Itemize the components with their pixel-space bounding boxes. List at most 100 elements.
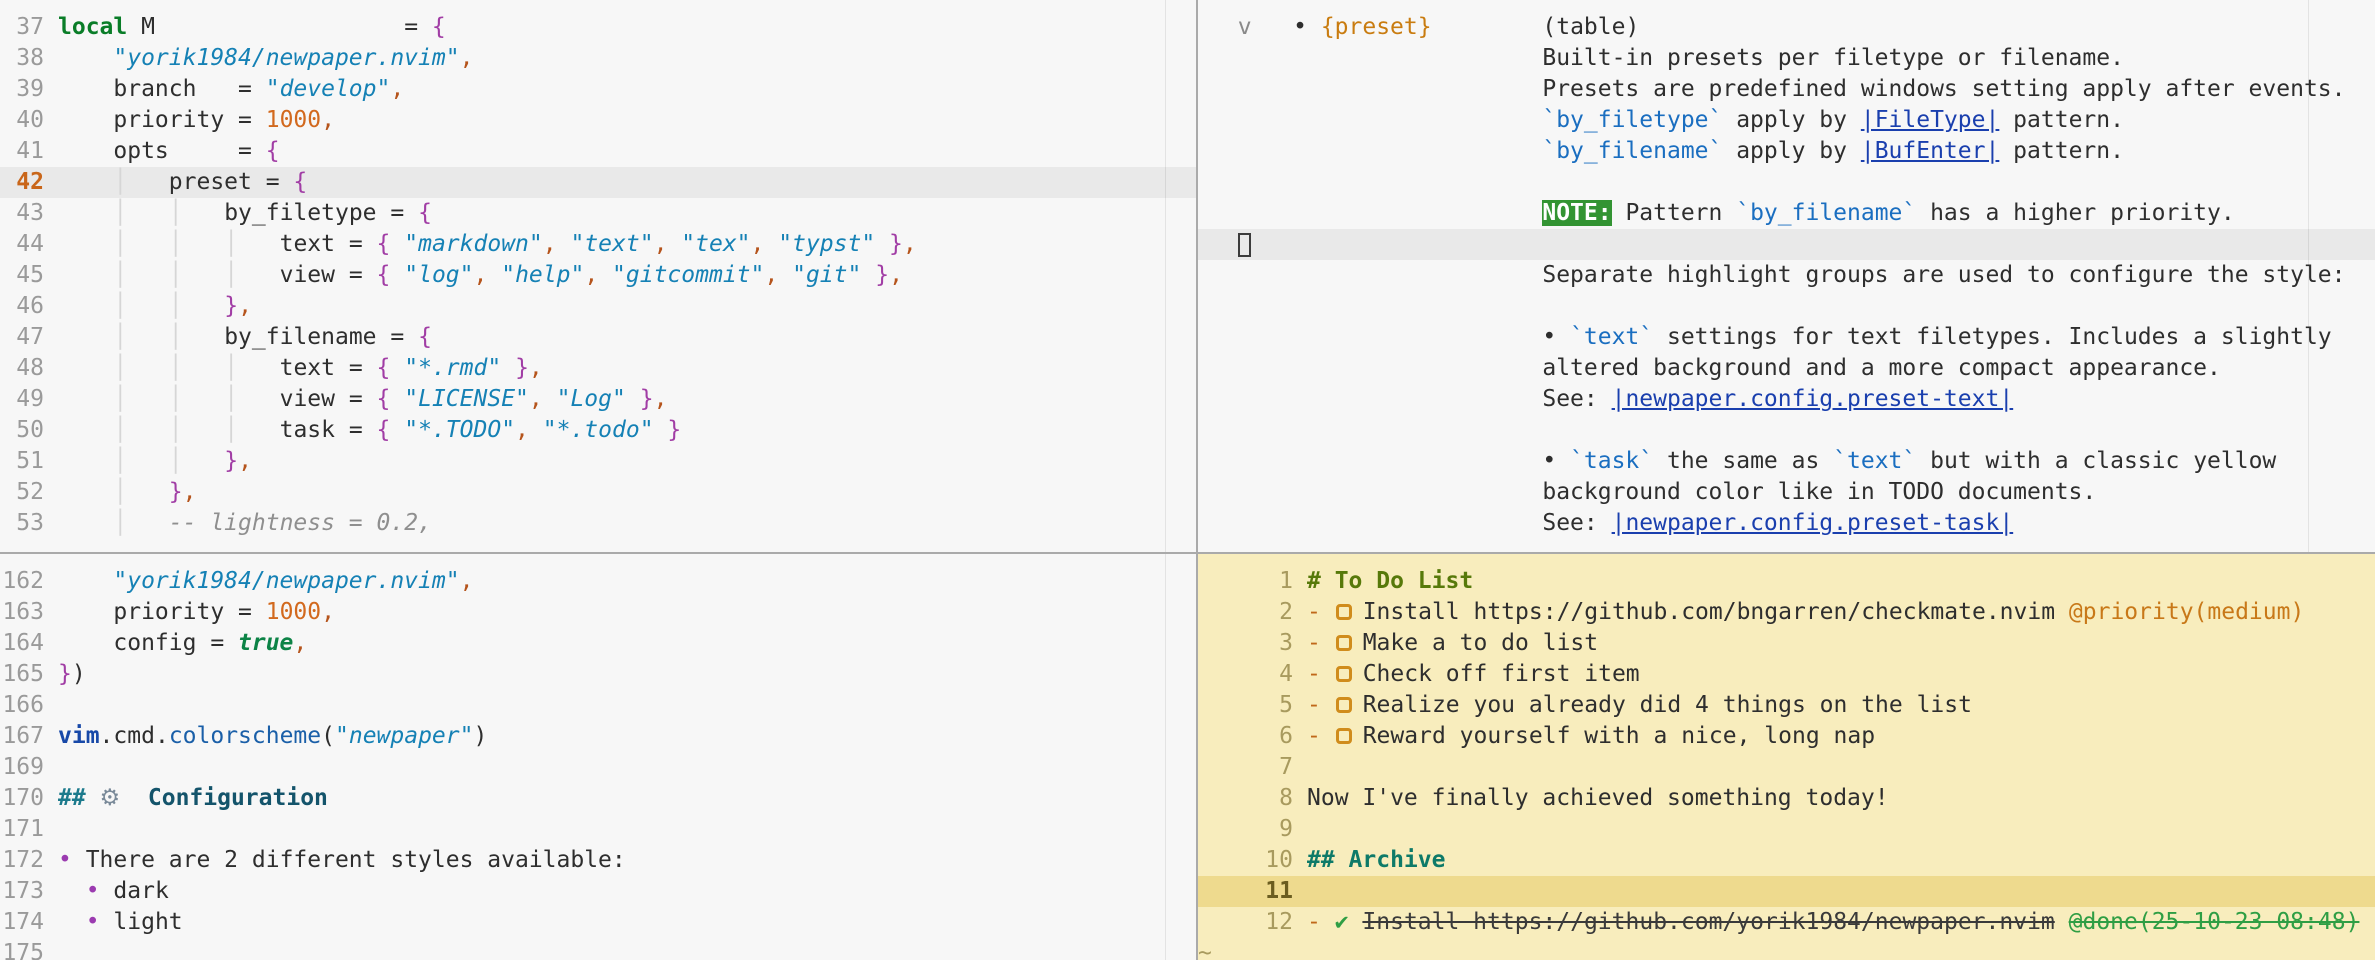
text-segment: ## Archive — [1307, 847, 1446, 873]
help-line[interactable]: Built-in presets per filetype or filenam… — [1198, 43, 2375, 74]
todo-line[interactable]: 7 — [1198, 752, 2375, 783]
line-text: branch = "develop", — [58, 74, 404, 105]
code-line[interactable]: 53 │ -- lightness = 0.2, — [0, 508, 1196, 539]
code-line[interactable]: 39 branch = "develop", — [0, 74, 1196, 105]
code-line[interactable]: 173 • dark — [0, 876, 1196, 907]
help-link[interactable]: |FileType| — [1861, 107, 1999, 133]
text-segment: { — [376, 355, 391, 381]
pane-help-documentation[interactable]: v • {preset} (table) Built-in presets pe… — [1198, 0, 2375, 552]
code-line[interactable]: 167 vim.cmd.colorscheme("newpaper") — [0, 721, 1196, 752]
code-line[interactable]: 171 — [0, 814, 1196, 845]
code-line[interactable]: 44 │ │ │ text = { "markdown", "text", "t… — [0, 229, 1196, 260]
text-segment: altered background and a more compact ap… — [1542, 355, 2221, 381]
line-text: - Realize you already did 4 things on th… — [1307, 690, 1972, 721]
text-segment: "git" — [792, 262, 862, 288]
text-segment: ( — [321, 723, 335, 749]
code-line[interactable]: 163 priority = 1000, — [0, 597, 1196, 628]
text-segment — [58, 909, 86, 935]
help-line[interactable]: `by_filename` apply by |BufEnter| patter… — [1198, 136, 2375, 167]
help-line[interactable]: `by_filetype` apply by |FileType| patter… — [1198, 105, 2375, 136]
help-link[interactable]: |BufEnter| — [1861, 138, 1999, 164]
help-line[interactable] — [1198, 291, 2375, 322]
help-line[interactable]: background color like in TODO documents. — [1198, 477, 2375, 508]
todo-line[interactable]: 3- Make a to do list — [1198, 628, 2375, 659]
text-segment: { — [418, 200, 432, 226]
help-line[interactable]: NOTE: Pattern `by_filename` has a higher… — [1198, 198, 2375, 229]
code-line[interactable]: 175 — [0, 938, 1196, 960]
pane-lua-plugin-config[interactable]: 37 local M = {38 "yorik1984/newpaper.nvim… — [0, 0, 1196, 552]
line-text: - Install https://github.com/bngarren/ch… — [1307, 597, 2304, 628]
code-line[interactable]: 48 │ │ │ text = { "*.rmd" }, — [0, 353, 1196, 384]
code-line[interactable]: 43 │ │ by_filetype = { — [0, 198, 1196, 229]
help-link[interactable]: |newpaper.config.preset-text| — [1612, 386, 2014, 412]
code-line[interactable]: 172 • There are 2 different styles availa… — [0, 845, 1196, 876]
text-segment: "*.rmd" — [404, 355, 502, 381]
help-line[interactable] — [1198, 167, 2375, 198]
todo-line[interactable]: 2 - Install https://github.com/bngarren/c… — [1198, 597, 2375, 628]
checkbox-icon[interactable] — [1335, 604, 1352, 620]
todo-line[interactable]: 10 ## Archive — [1198, 845, 2375, 876]
help-line[interactable] — [1198, 415, 2375, 446]
code-line[interactable]: 42 │ preset = { — [0, 167, 1196, 198]
text-segment: pattern. — [1999, 138, 2124, 164]
text-segment: `by_filename` — [1542, 138, 1723, 164]
text-segment: "gitcommit" — [612, 262, 765, 288]
line-number: 164 — [2, 630, 44, 656]
code-line[interactable]: 50 │ │ │ task = { "*.TODO", "*.todo" } — [0, 415, 1196, 446]
code-line[interactable]: 52 │ }, — [0, 477, 1196, 508]
horizontal-window-separator[interactable] — [0, 552, 2375, 554]
pane-todo-list[interactable]: 1 # To Do List 2 - Install https://github.c… — [1198, 554, 2375, 960]
line-text: │ │ │ view = { "LICENSE", "Log" }, — [58, 384, 667, 415]
code-line[interactable]: 164 config = true, — [0, 628, 1196, 659]
pane-readme-markdown[interactable]: 162 "yorik1984/newpaper.nvim", 163 priori… — [0, 554, 1196, 960]
todo-line[interactable]: 4- Check off first item — [1198, 659, 2375, 690]
todo-line[interactable]: 11 — [1198, 876, 2375, 907]
text-segment: {preset} — [1320, 14, 1432, 40]
code-line[interactable]: 40 priority = 1000, — [0, 105, 1196, 136]
code-line[interactable]: 38 "yorik1984/newpaper.nvim", — [0, 43, 1196, 74]
todo-line[interactable]: 12- ✔ Install https://github.com/yorik19… — [1198, 907, 2375, 938]
code-line[interactable]: 51 │ │ }, — [0, 446, 1196, 477]
help-line[interactable]: altered background and a more compact ap… — [1198, 353, 2375, 384]
code-line[interactable]: 49 │ │ │ view = { "LICENSE", "Log" }, — [0, 384, 1196, 415]
help-line[interactable]: Separate highlight groups are used to co… — [1198, 260, 2375, 291]
code-line[interactable]: 45 │ │ │ view = { "log", "help", "gitcom… — [0, 260, 1196, 291]
help-line[interactable]: Presets are predefined windows setting a… — [1198, 74, 2375, 105]
code-line[interactable]: 46 │ │ }, — [0, 291, 1196, 322]
todo-line[interactable]: 1 # To Do List — [1198, 566, 2375, 597]
code-line[interactable]: 47 │ │ by_filename = { — [0, 322, 1196, 353]
line-number: 42 — [16, 169, 44, 195]
code-line[interactable]: 166 — [0, 690, 1196, 721]
text-segment: ) — [71, 661, 86, 687]
help-line[interactable]: See: |newpaper.config.preset-task| — [1198, 508, 2375, 539]
line-number: 2 — [1279, 599, 1293, 625]
help-line[interactable]: • `task` the same as `text` but with a c… — [1198, 446, 2375, 477]
line-number: 163 — [2, 599, 44, 625]
code-line[interactable]: 169 — [0, 752, 1196, 783]
help-line[interactable]: See: |newpaper.config.preset-text| — [1198, 384, 2375, 415]
todo-line[interactable]: 8 Now I've finally achieved something tod… — [1198, 783, 2375, 814]
code-line[interactable]: 170 ## ⚙ Configuration — [0, 783, 1196, 814]
code-line[interactable]: 162 "yorik1984/newpaper.nvim", — [0, 566, 1196, 597]
code-line[interactable]: 165}) — [0, 659, 1196, 690]
code-line[interactable]: 174 • light — [0, 907, 1196, 938]
help-line[interactable]: v • {preset} (table) — [1198, 12, 2375, 43]
text-segment: There are 2 different styles available: — [71, 847, 626, 873]
line-number: 38 — [16, 45, 44, 71]
vertical-window-separator[interactable] — [1196, 0, 1198, 960]
checkbox-icon[interactable] — [1335, 635, 1352, 651]
line-number: 162 — [2, 568, 44, 594]
text-segment: │ — [113, 510, 128, 536]
todo-line[interactable]: 5- Realize you already did 4 things on t… — [1198, 690, 2375, 721]
help-line[interactable] — [1198, 229, 2375, 260]
checkbox-icon[interactable] — [1335, 697, 1352, 713]
code-line[interactable]: 37 local M = { — [0, 12, 1196, 43]
checkbox-icon[interactable] — [1335, 666, 1352, 682]
todo-line[interactable]: ~ — [1198, 938, 2375, 960]
todo-line[interactable]: 6- Reward yourself with a nice, long nap — [1198, 721, 2375, 752]
todo-line[interactable]: 9 — [1198, 814, 2375, 845]
help-line[interactable]: • `text` settings for text filetypes. In… — [1198, 322, 2375, 353]
code-line[interactable]: 41 opts = { — [0, 136, 1196, 167]
help-link[interactable]: |newpaper.config.preset-task| — [1612, 510, 2014, 536]
checkbox-icon[interactable] — [1335, 728, 1352, 744]
